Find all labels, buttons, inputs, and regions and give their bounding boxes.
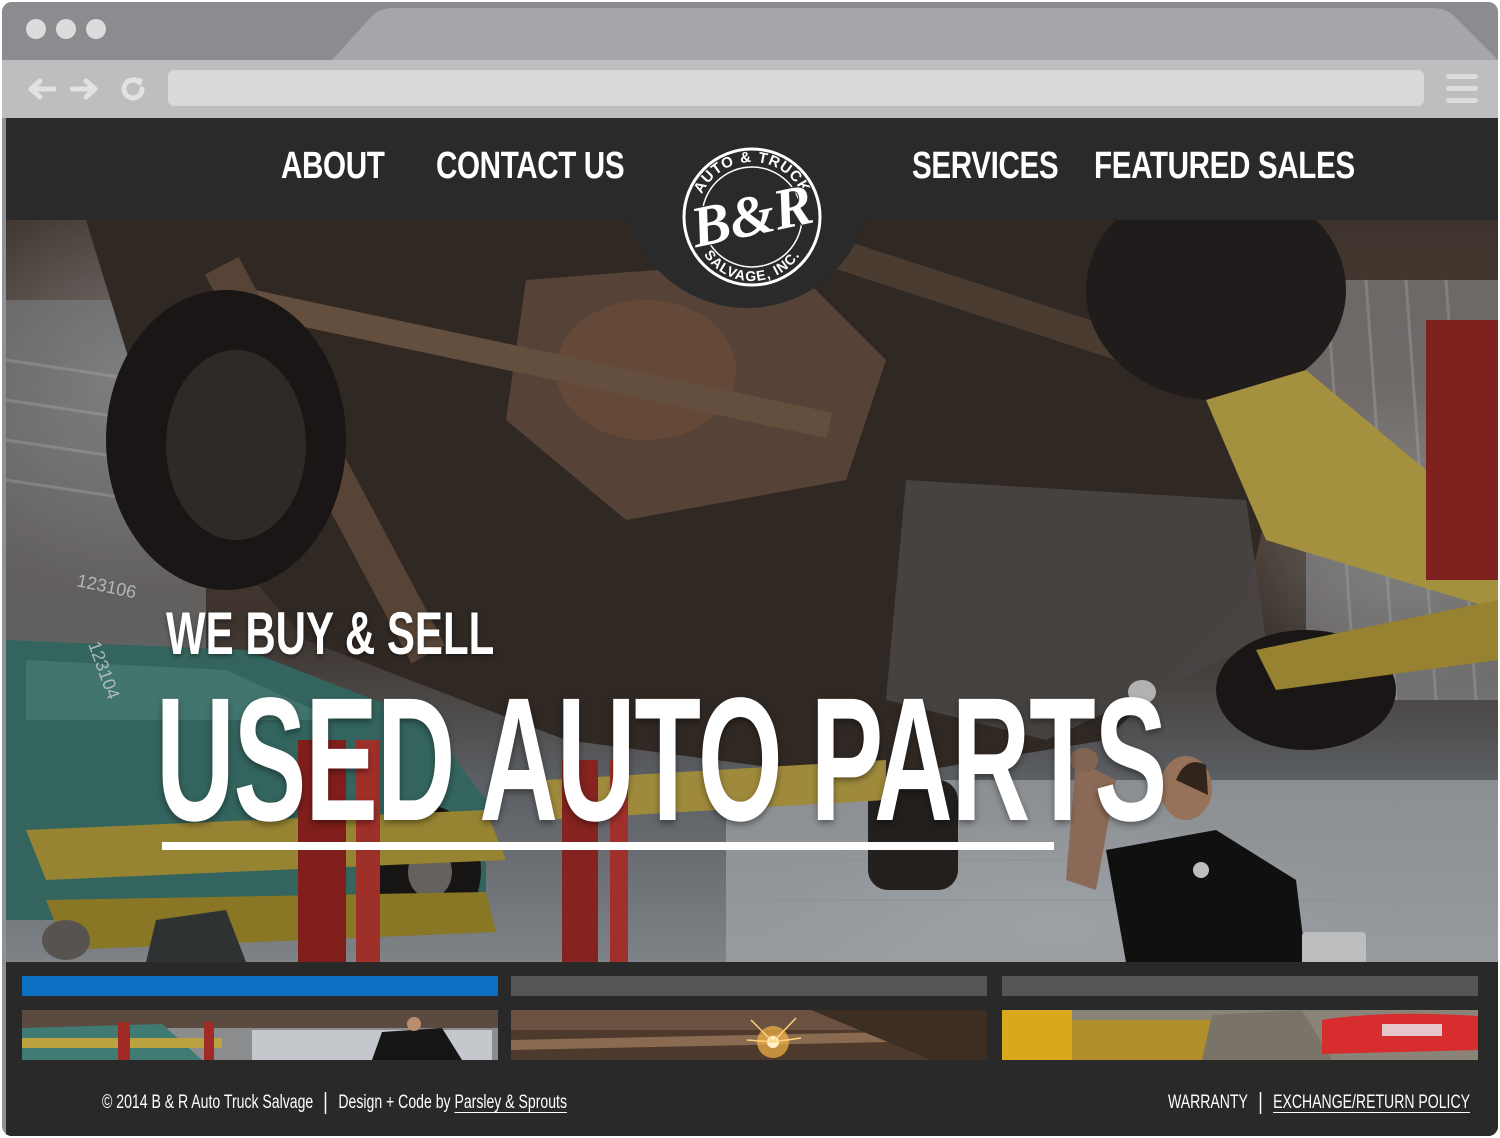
browser-tab[interactable] [2, 2, 1498, 60]
browser-tab-bar [2, 2, 1498, 60]
slide-thumbnail-1[interactable] [22, 1010, 498, 1060]
br-logo[interactable]: AUTO & TRUCK SALVAGE, INC. B&R [667, 132, 837, 302]
address-bar[interactable] [168, 70, 1424, 106]
browser-toolbar [2, 60, 1498, 118]
reload-icon[interactable] [116, 72, 150, 106]
nav-services[interactable]: SERVICES [912, 142, 1059, 190]
warranty-link[interactable]: WARRANTY [1168, 1092, 1248, 1113]
hero-title-underline [162, 842, 1054, 850]
forward-arrow-icon[interactable] [68, 72, 102, 106]
hero-title: USED AUTO PARTS [156, 662, 1167, 858]
footer-right: WARRANTY EXCHANGE/RETURN POLICY [1168, 1092, 1470, 1114]
footer-separator [325, 1092, 327, 1114]
slide-thumbnail-2[interactable] [511, 1010, 987, 1060]
hero-banner: 123106 123104 WE BUY & SELL USED AUTO PA… [6, 220, 1498, 962]
nav-contact-us[interactable]: CONTACT US [436, 142, 625, 190]
credit-link[interactable]: Parsley & Sprouts [454, 1092, 567, 1113]
slider-indicator-2[interactable] [511, 976, 987, 996]
exchange-return-policy-link[interactable]: EXCHANGE/RETURN POLICY [1273, 1092, 1470, 1113]
credit-prefix: Design + Code by [338, 1092, 455, 1114]
hero-subtitle: WE BUY & SELL [166, 600, 495, 667]
menu-icon[interactable] [1446, 74, 1478, 104]
slider-indicator-3[interactable] [1002, 976, 1478, 996]
nav-featured-sales[interactable]: FEATURED SALES [1094, 142, 1355, 190]
slide-thumbnail-3[interactable] [1002, 1010, 1478, 1060]
slider-indicator-1[interactable] [22, 976, 498, 996]
website: 123106 123104 WE BUY & SELL USED AUTO PA… [6, 118, 1498, 1136]
browser-window: 123106 123104 WE BUY & SELL USED AUTO PA… [2, 2, 1498, 1136]
footer-separator-right [1259, 1092, 1262, 1114]
nav-about[interactable]: ABOUT [281, 142, 385, 190]
footer-left: © 2014 B & R Auto Truck Salvage Design + … [102, 1092, 567, 1114]
bottom-panel: © 2014 B & R Auto Truck Salvage Design + … [6, 962, 1498, 1136]
back-arrow-icon[interactable] [24, 72, 58, 106]
copyright-text: © 2014 B & R Auto Truck Salvage [102, 1092, 314, 1114]
